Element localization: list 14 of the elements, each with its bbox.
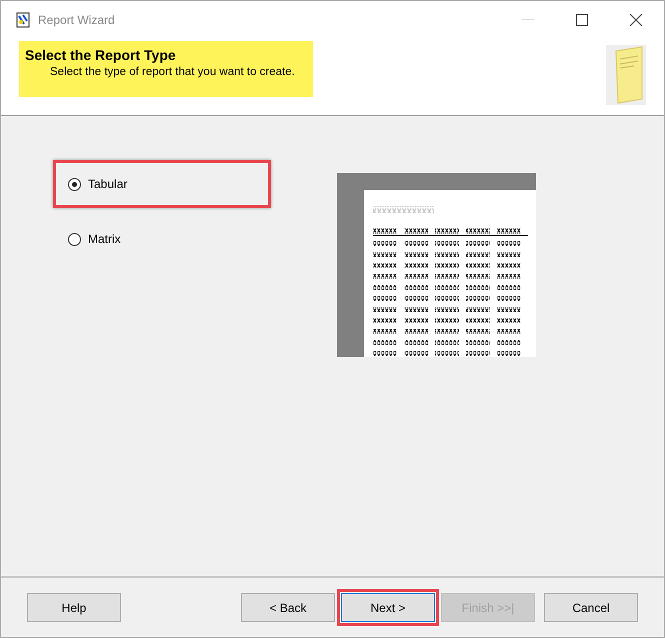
radio-option[interactable]: Tabular	[68, 177, 128, 191]
maximize-icon[interactable]	[576, 14, 588, 26]
page-title: Select the Report Type	[25, 47, 177, 63]
close-icon[interactable]	[630, 14, 642, 26]
radio-button[interactable]	[68, 232, 81, 246]
wizard-button[interactable]: Help	[27, 593, 121, 622]
wizard-button[interactable]: Cancel	[544, 593, 638, 622]
wizard-button[interactable]: < Back	[241, 593, 335, 622]
radio-option[interactable]: Matrix	[68, 232, 121, 246]
report-icon	[16, 12, 30, 28]
radio-button[interactable]	[68, 178, 81, 190]
window-title: Report Wizard	[38, 13, 115, 27]
document-icon	[606, 45, 646, 105]
page-subtitle: Select the type of report that you want to create.	[49, 66, 296, 78]
